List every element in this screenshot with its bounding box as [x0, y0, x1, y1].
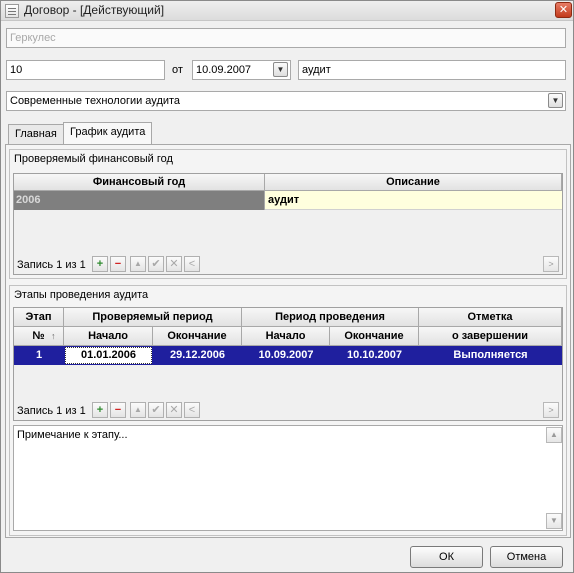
cancel-edit-button[interactable]: ✕	[166, 256, 182, 272]
record-counter: Запись 1 из 1	[17, 259, 86, 271]
scroll-down-button[interactable]: ▼	[546, 513, 562, 529]
column-header-run-period[interactable]: Период проведения	[242, 308, 419, 327]
fiscal-year-cell[interactable]: 2006	[14, 191, 265, 210]
fiscal-year-grid: Финансовый год Описание 2006 аудит Запис…	[13, 173, 563, 275]
column-header-check-start[interactable]: Начало	[64, 327, 153, 346]
column-header-run-start[interactable]: Начало	[242, 327, 330, 346]
tab-panel-audit-schedule: Проверяемый финансовый год Финансовый го…	[5, 144, 571, 538]
audit-stages-grid: Этап Проверяемый период Период проведени…	[13, 307, 563, 421]
tab-main[interactable]: Главная	[8, 124, 64, 145]
contract-type-field[interactable]: аудит	[298, 60, 566, 80]
record-counter: Запись 1 из 1	[17, 405, 86, 417]
contract-date-value: 10.09.2007	[196, 64, 252, 76]
client-field[interactable]: Геркулес	[6, 28, 566, 48]
table-row[interactable]: 1 01.01.2006 29.12.2006 10.09.2007 10.10…	[14, 346, 562, 365]
check-end-cell[interactable]: 29.12.2006	[153, 346, 242, 365]
scroll-right-button[interactable]: >	[543, 402, 559, 418]
stage-note-memo[interactable]: Примечание к этапу... ▲ ▼	[13, 425, 563, 531]
stage-number-cell[interactable]: 1	[14, 346, 64, 365]
tab-audit-schedule[interactable]: График аудита	[63, 122, 153, 145]
chevron-down-icon: ▼	[551, 96, 560, 105]
fiscal-year-group-title: Проверяемый финансовый год	[14, 153, 173, 165]
column-header-fiscal-year[interactable]: Финансовый год	[14, 174, 265, 191]
move-up-button[interactable]: ▲	[130, 402, 146, 418]
column-header-number-label: №	[32, 330, 45, 342]
cancel-edit-button[interactable]: ✕	[166, 402, 182, 418]
move-up-button[interactable]: ▲	[130, 256, 146, 272]
post-record-button[interactable]: ✔	[148, 256, 164, 272]
column-header-description[interactable]: Описание	[265, 174, 562, 191]
from-label: от	[172, 64, 183, 76]
column-header-check-end[interactable]: Окончание	[153, 327, 242, 346]
company-dropdown-button[interactable]: ▼	[548, 93, 563, 108]
scroll-left-button[interactable]: <	[184, 256, 200, 272]
column-header-checked-period[interactable]: Проверяемый период	[64, 308, 242, 327]
window-title: Договор - [Действующий]	[24, 3, 165, 17]
scroll-right-button[interactable]: >	[543, 256, 559, 272]
scroll-left-button[interactable]: <	[184, 402, 200, 418]
audit-stages-group-title: Этапы проведения аудита	[14, 289, 149, 301]
check-start-cell[interactable]: 01.01.2006	[65, 347, 152, 364]
audit-stages-group: Этапы проведения аудита Этап Проверяемый…	[9, 285, 567, 536]
chevron-down-icon: ▼	[550, 516, 558, 525]
sort-ascending-icon: ↑	[51, 331, 56, 341]
column-header-stage[interactable]: Этап	[14, 308, 64, 327]
description-cell[interactable]: аудит	[265, 191, 562, 210]
delete-record-button[interactable]: −	[110, 402, 126, 418]
title-bar[interactable]: Договор - [Действующий] ✕	[1, 1, 573, 21]
column-header-completion-status[interactable]: о завершении	[419, 327, 562, 346]
stages-navigator: Запись 1 из 1 + − ▲ ✔ ✕ < >	[14, 402, 562, 420]
run-end-cell[interactable]: 10.10.2007	[330, 346, 419, 365]
auditor-company-select[interactable]: Современные технологии аудита	[6, 91, 566, 111]
add-record-button[interactable]: +	[92, 402, 108, 418]
run-start-cell[interactable]: 10.09.2007	[242, 346, 330, 365]
fiscal-navigator: Запись 1 из 1 + − ▲ ✔ ✕ < >	[14, 256, 562, 274]
completion-status-cell[interactable]: Выполняется	[419, 346, 562, 365]
auditor-company-value: Современные технологии аудита	[10, 95, 181, 107]
ok-button[interactable]: ОК	[410, 546, 483, 568]
post-record-button[interactable]: ✔	[148, 402, 164, 418]
contract-number-field[interactable]: 10	[6, 60, 165, 80]
scroll-up-button[interactable]: ▲	[546, 427, 562, 443]
close-button[interactable]: ✕	[555, 2, 572, 18]
column-header-run-end[interactable]: Окончание	[330, 327, 419, 346]
add-record-button[interactable]: +	[92, 256, 108, 272]
dialog-window: Договор - [Действующий] ✕ Геркулес 10 от…	[0, 0, 574, 573]
delete-record-button[interactable]: −	[110, 256, 126, 272]
chevron-down-icon: ▼	[276, 65, 285, 74]
column-header-number[interactable]: № ↑	[14, 327, 64, 346]
date-dropdown-button[interactable]: ▼	[273, 62, 288, 77]
column-header-completion-mark[interactable]: Отметка	[419, 308, 562, 327]
stage-note-text: Примечание к этапу...	[17, 429, 128, 441]
cancel-button[interactable]: Отмена	[490, 546, 563, 568]
fiscal-year-group: Проверяемый финансовый год Финансовый го…	[9, 149, 567, 279]
document-icon	[5, 4, 19, 18]
